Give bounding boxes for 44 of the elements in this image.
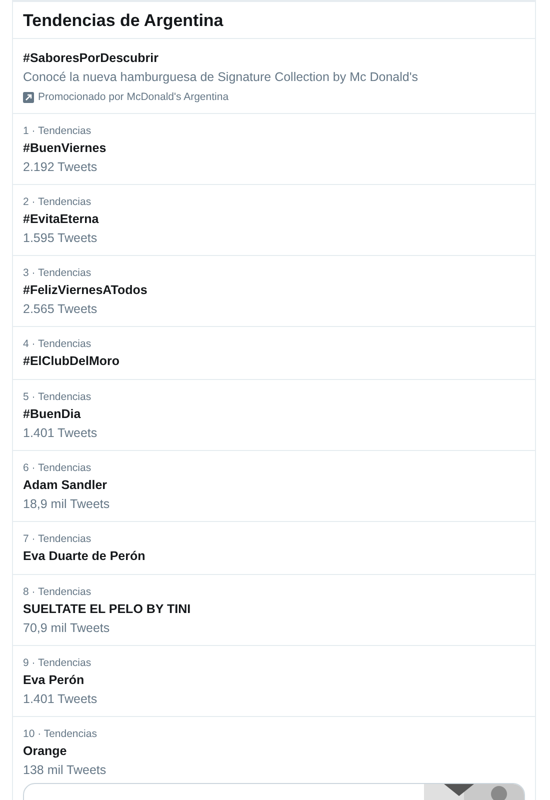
trend-item[interactable]: 1 · Tendencias #BuenViernes 2.192 Tweets: [13, 114, 535, 185]
trend-item[interactable]: 3 · Tendencias #FelizViernesATodos 2.565 Tweets: [13, 256, 535, 327]
promoted-icon: [23, 92, 34, 102]
trend-context: 7 · Tendencias: [23, 532, 92, 547]
trend-context: 10 · Tendencias: [23, 727, 98, 742]
trend-name: Adam Sandler: [23, 477, 108, 494]
tweet-count: 138 mil Tweets: [23, 762, 108, 779]
trend-context: 9 · Tendencias: [23, 656, 92, 671]
trend-item[interactable]: 7 · Tendencias Eva Duarte de Perón: [13, 522, 535, 575]
trend-name: #ElClubDelMoro: [23, 353, 121, 370]
trend-context: 5 · Tendencias: [23, 390, 92, 405]
trend-name: Eva Duarte de Perón: [23, 548, 146, 565]
trend-name: #FelizViernesATodos: [23, 282, 148, 299]
trend-item[interactable]: 8 · Tendencias SUELTATE EL PELO BY TINI 70,9 mil Tweets: [13, 575, 535, 646]
trend-item[interactable]: 10 · Tendencias Orange 138 mil Tweets: [13, 717, 535, 783]
panel-title: Tendencias de Argentina: [23, 10, 224, 32]
trend-name: #EvitaEterna: [23, 211, 100, 228]
tweet-count: 2.192 Tweets: [23, 159, 98, 176]
trend-context: 6 · Tendencias: [23, 461, 92, 476]
tweet-count: 1.401 Tweets: [23, 691, 98, 708]
tweet-count: 2.565 Tweets: [23, 301, 98, 318]
trend-context: 1 · Tendencias: [23, 124, 92, 139]
tweet-count: 18,9 mil Tweets: [23, 496, 111, 513]
trend-name: #BuenDia: [23, 406, 82, 423]
trend-context: 8 · Tendencias: [23, 585, 92, 600]
trend-name: Orange: [23, 743, 68, 760]
trend-name: #BuenViernes: [23, 140, 108, 157]
trend-item[interactable]: 9 · Tendencias Eva Perón 1.401 Tweets: [13, 646, 535, 717]
promoted-label: Promocionado por McDonald's Argentina: [38, 90, 229, 105]
trend-context: 3 · Tendencias: [23, 266, 92, 281]
promoted-trend[interactable]: #SaboresPorDescubrir Conocé la nueva hamburguesa de Signature Collection by Mc Donald's Promocionado por McDonald's Argentina: [13, 39, 535, 114]
tweet-count: 1.401 Tweets: [23, 425, 98, 442]
tweet-count: 1.595 Tweets: [23, 230, 98, 247]
trend-item[interactable]: 6 · Tendencias Adam Sandler 18,9 mil Tweets: [13, 451, 535, 522]
trend-context: 2 · Tendencias: [23, 195, 92, 210]
trend-name: SUELTATE EL PELO BY TINI: [23, 601, 192, 618]
trend-context: 4 · Tendencias: [23, 337, 92, 352]
trend-name: Eva Perón: [23, 672, 86, 689]
tweet-count: 70,9 mil Tweets: [23, 620, 111, 637]
trend-item[interactable]: 5 · Tendencias #BuenDia 1.401 Tweets: [13, 380, 535, 451]
trend-item[interactable]: 4 · Tendencias #ElClubDelMoro: [13, 327, 535, 380]
trend-item[interactable]: 2 · Tendencias #EvitaEterna 1.595 Tweets: [13, 185, 535, 256]
trend-name: #SaboresPorDescubrir: [23, 50, 160, 67]
trend-description: Conocé la nueva hamburguesa de Signature Collection by Mc Donald's: [23, 69, 419, 86]
